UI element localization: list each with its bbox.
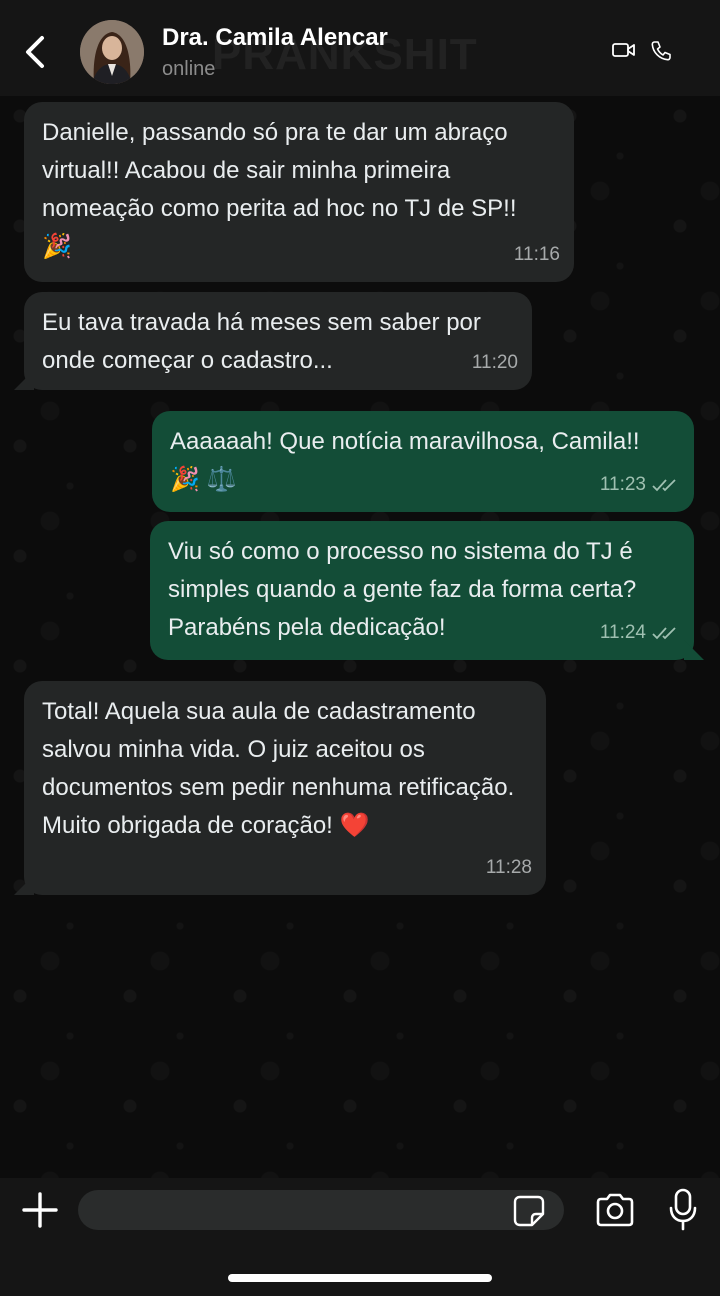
- message-text: Aaaaaah! Que notícia maravilhosa, Camila…: [170, 428, 640, 455]
- microphone-button[interactable]: [668, 1188, 698, 1237]
- message-time: 11:20: [471, 352, 518, 373]
- message-input[interactable]: [78, 1190, 564, 1230]
- contact-avatar[interactable]: [80, 20, 144, 84]
- message-meta: 11:20: [472, 344, 518, 382]
- voice-call-button[interactable]: [650, 40, 672, 67]
- message-bubble-incoming[interactable]: Eu tava travada há meses sem saber por o…: [14, 292, 532, 390]
- back-button[interactable]: [18, 28, 54, 76]
- message-text: Eu tava travada há meses sem saber por o…: [42, 309, 481, 374]
- contact-status: online: [162, 58, 216, 80]
- message-meta: 11:23: [600, 466, 680, 504]
- chat-header: Dra. Camila Alencar online: [0, 0, 720, 96]
- home-indicator[interactable]: [228, 1274, 492, 1282]
- message-bubble-outgoing[interactable]: Viu só como o processo no sistema do TJ …: [150, 521, 704, 660]
- back-chevron-icon: [26, 36, 44, 68]
- attach-button[interactable]: [20, 1188, 60, 1237]
- microphone-icon: [669, 1188, 697, 1231]
- double-check-icon: [652, 627, 676, 640]
- message-bubble-outgoing[interactable]: Aaaaaah! Que notícia maravilhosa, Camila…: [152, 411, 694, 512]
- camera-button[interactable]: [594, 1192, 636, 1233]
- video-call-icon: [612, 43, 635, 57]
- sticker-icon: [513, 1195, 545, 1227]
- message-meta: 11:16: [514, 236, 560, 274]
- message-bubble-incoming[interactable]: Danielle, passando só pra te dar um abra…: [24, 102, 574, 282]
- message-time: 11:23: [599, 474, 646, 495]
- phone-icon: [651, 41, 671, 61]
- message-bubble-incoming[interactable]: Total! Aquela sua aula de cadastramento …: [14, 681, 546, 895]
- message-text: Danielle, passando só pra te dar um abra…: [42, 119, 517, 222]
- camera-icon: [596, 1193, 634, 1227]
- message-meta: 11:24: [600, 614, 680, 652]
- message-time: 11:28: [485, 857, 532, 878]
- plus-icon: [22, 1192, 58, 1228]
- sticker-button[interactable]: [512, 1194, 546, 1233]
- message-meta: 11:28: [486, 849, 532, 887]
- message-time: 11:24: [599, 622, 646, 643]
- message-text: Total! Aquela sua aula de cadastramento …: [42, 698, 515, 839]
- message-time: 11:16: [513, 244, 560, 265]
- double-check-icon: [652, 479, 676, 492]
- message-emoji: 🎉: [42, 233, 72, 260]
- contact-name[interactable]: Dra. Camila Alencar: [162, 24, 388, 52]
- video-call-button[interactable]: [612, 40, 636, 65]
- message-composer: [0, 1178, 720, 1296]
- avatar-photo: [80, 20, 144, 84]
